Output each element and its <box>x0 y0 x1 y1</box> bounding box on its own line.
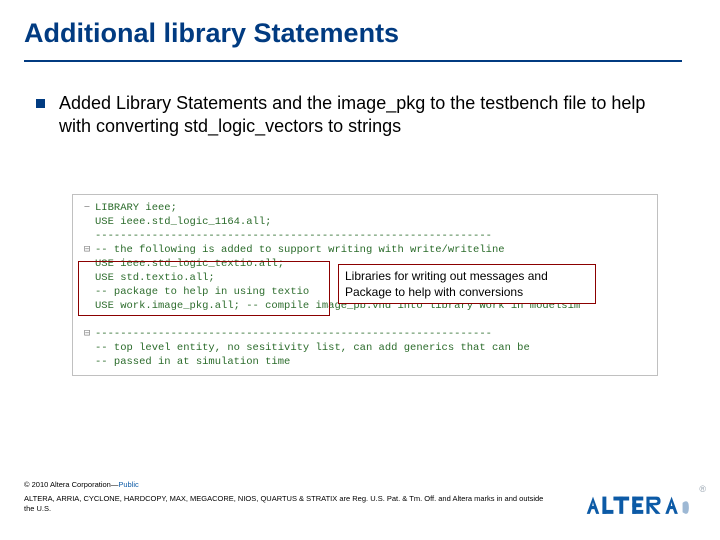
code-line: -- passed in at simulation time <box>95 355 290 369</box>
annotation-highlight-box <box>78 261 330 316</box>
bullet-text: Added Library Statements and the image_p… <box>59 92 676 139</box>
footer: © 2010 Altera Corporation—Public ALTERA,… <box>24 480 544 514</box>
registered-mark: ® <box>699 484 706 494</box>
body-text: Added Library Statements and the image_p… <box>36 92 676 139</box>
fold-gutter: ⊟ <box>79 243 95 257</box>
public-tag: Public <box>118 480 138 489</box>
annotation-label: Libraries for writing out messages and P… <box>338 264 596 304</box>
fold-gutter: − <box>79 201 95 215</box>
code-line: USE ieee.std_logic_1164.all; <box>95 215 271 229</box>
annotation-line-1: Libraries for writing out messages and <box>345 269 548 283</box>
title-divider <box>24 60 682 62</box>
fold-gutter: ⊟ <box>79 327 95 341</box>
bullet-item: Added Library Statements and the image_p… <box>36 92 676 139</box>
code-line: ----------------------------------------… <box>95 229 492 243</box>
page-title: Additional library Statements <box>24 18 399 49</box>
annotation-line-2: Package to help with conversions <box>345 285 523 299</box>
square-bullet-icon <box>36 99 45 108</box>
code-line: -- top level entity, no sesitivity list,… <box>95 341 530 355</box>
trademark-text: ALTERA, ARRIA, CYCLONE, HARDCOPY, MAX, M… <box>24 494 544 514</box>
code-line: -- the following is added to support wri… <box>95 243 505 257</box>
altera-logo <box>582 490 692 522</box>
code-line: LIBRARY ieee; <box>95 201 177 215</box>
code-line: ----------------------------------------… <box>95 327 492 341</box>
slide: Additional library Statements Added Libr… <box>0 0 720 540</box>
copyright-text: © 2010 Altera Corporation— <box>24 480 118 489</box>
